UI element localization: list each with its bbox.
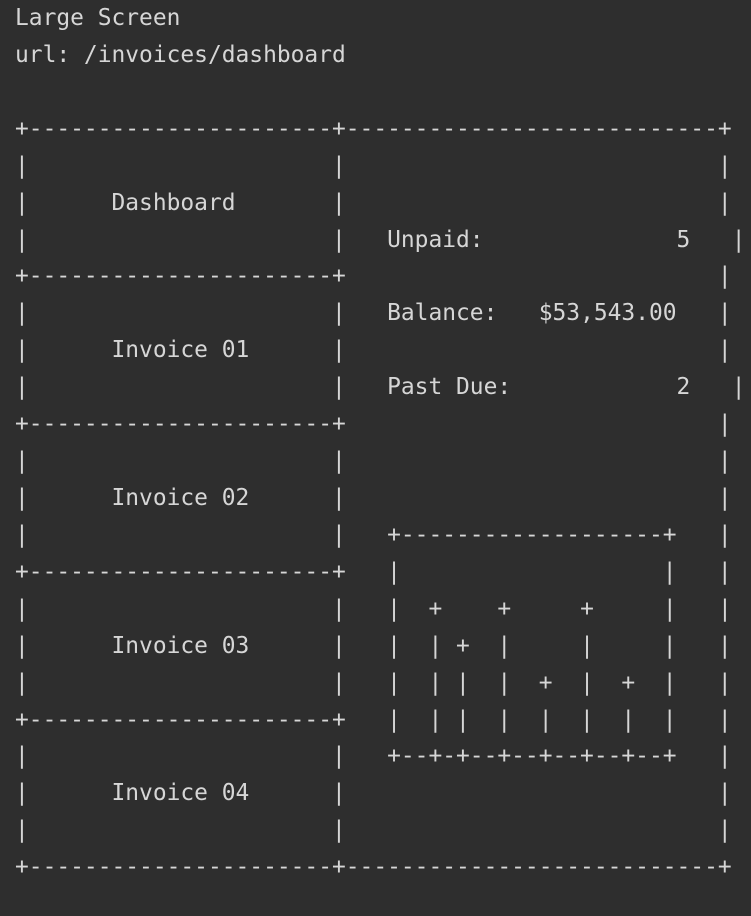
sidebar-item-dashboard[interactable]: Dashboard [111,190,235,216]
chart-bar: + [538,669,553,696]
sidebar-item-invoice-02[interactable]: Invoice 02 [111,485,249,511]
unpaid-label: Unpaid: [387,226,484,253]
sidebar-item-invoice-03[interactable]: Invoice 03 [111,633,249,659]
chart-bar: + [497,595,512,622]
unpaid-value: 5 [676,226,691,253]
chart-x-axis: +--+-+--+--+--+--+--+ [387,743,677,770]
chart-bar: + [621,669,636,696]
layout-bottom-border: +----------------------+----------------… [15,854,732,881]
balance-label: Balance: [387,300,498,327]
chart-bar: + [428,595,443,622]
chart-top-border: +-------------------+ [387,521,677,548]
past-due-label: Past Due: [387,374,512,401]
screen-size-label: Large Screen [15,5,181,31]
sidebar-item-invoice-01[interactable]: Invoice 01 [111,337,249,363]
sidebar-item-invoice-04[interactable]: Invoice 04 [111,780,249,806]
url-label: url: /invoices/dashboard [15,41,346,68]
wireframe-screen: Large Screen url: /invoices/dashboard +-… [0,0,751,916]
balance-value: $53,543.00 [538,300,677,327]
chart-bar: + [456,632,470,659]
ascii-wireframe: Large Screen url: /invoices/dashboard +-… [15,5,746,881]
chart-bar: + [580,595,594,622]
past-due-value: 2 [676,374,691,401]
layout-top-border: +----------------------+----------------… [15,115,732,142]
